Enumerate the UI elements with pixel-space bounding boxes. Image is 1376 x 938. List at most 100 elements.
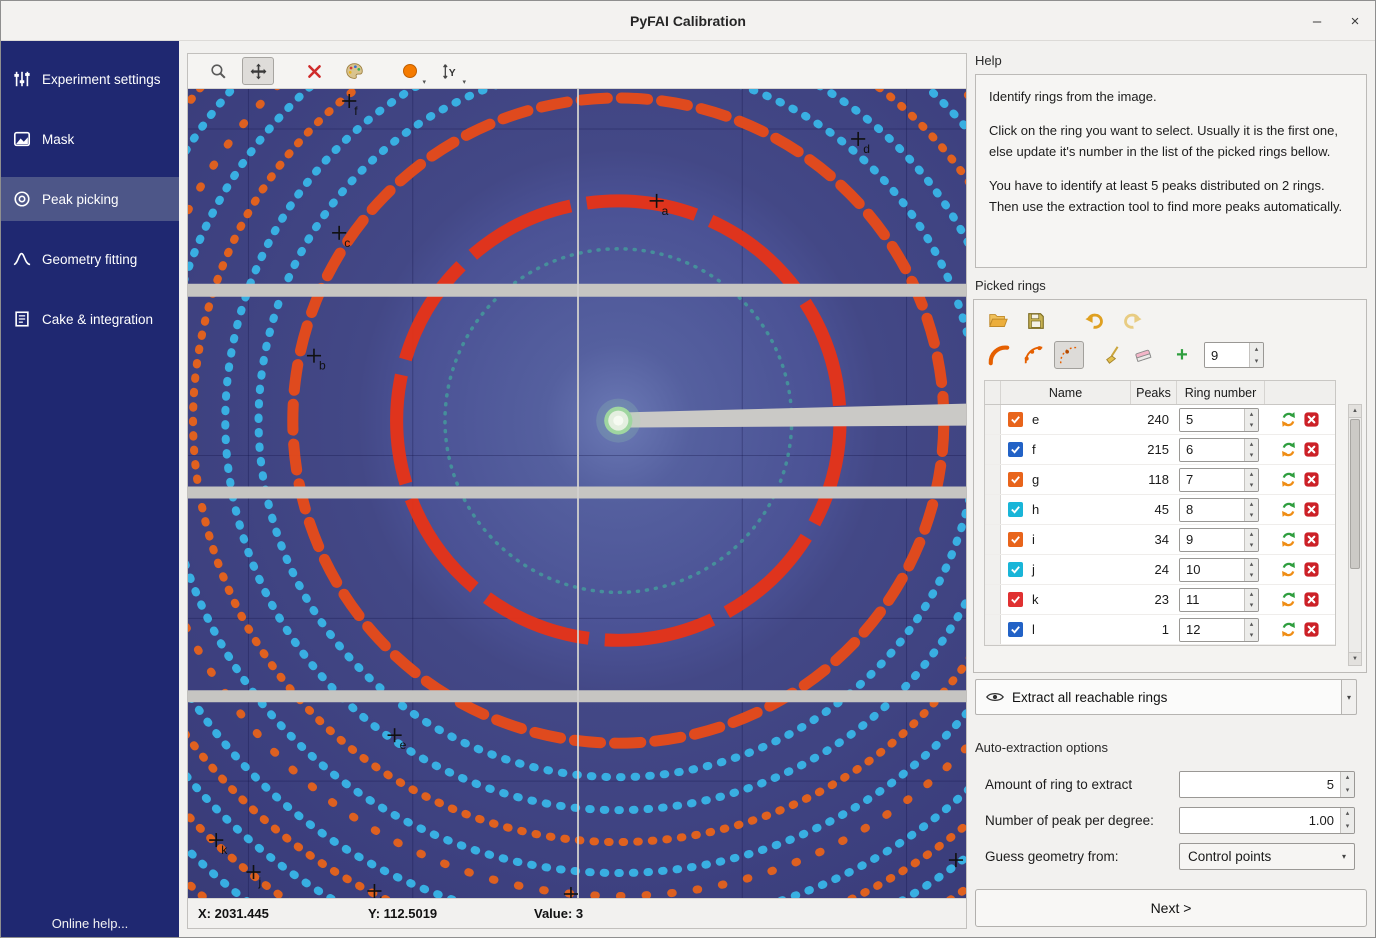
sidebar-item-mask[interactable]: Mask bbox=[1, 117, 179, 161]
ring-visible-checkbox[interactable] bbox=[1008, 592, 1023, 607]
ring-number-input[interactable]: 7 bbox=[1180, 469, 1244, 491]
ring-row[interactable]: i349▴▾ bbox=[985, 525, 1335, 555]
refresh-ring-icon[interactable] bbox=[1280, 591, 1297, 608]
ring-visible-checkbox[interactable] bbox=[1008, 562, 1023, 577]
sidebar-item-cake-integration[interactable]: Cake & integration bbox=[1, 297, 179, 341]
ring-name: k bbox=[1032, 592, 1039, 607]
refresh-ring-icon[interactable] bbox=[1280, 411, 1297, 428]
ring-visible-checkbox[interactable] bbox=[1008, 412, 1023, 427]
peaks-per-degree-input[interactable]: 1.00 bbox=[1180, 808, 1340, 833]
spin-down-icon: ▾ bbox=[1245, 600, 1258, 611]
delete-ring-icon[interactable] bbox=[1303, 621, 1320, 638]
save-icon[interactable] bbox=[1024, 309, 1048, 333]
minimize-button[interactable]: – bbox=[1299, 1, 1335, 41]
ring-selector-stepper[interactable]: ▴▾ bbox=[1249, 343, 1263, 367]
ring-visible-checkbox[interactable] bbox=[1008, 472, 1023, 487]
table-scrollbar[interactable]: ▲ ▼ bbox=[1348, 404, 1362, 666]
arc-thin-icon[interactable] bbox=[1054, 341, 1084, 369]
row-header bbox=[985, 585, 1001, 614]
brush-icon[interactable] bbox=[1102, 343, 1126, 367]
ring-number-input[interactable]: 11 bbox=[1180, 589, 1244, 611]
peaks-per-degree-stepper[interactable]: ▴▾ bbox=[1340, 808, 1354, 833]
delete-ring-icon[interactable] bbox=[1303, 441, 1320, 458]
ring-name: l bbox=[1032, 622, 1035, 637]
amount-of-rings-stepper[interactable]: ▴▾ bbox=[1340, 772, 1354, 797]
ring-visible-checkbox[interactable] bbox=[1008, 502, 1023, 517]
refresh-ring-icon[interactable] bbox=[1280, 561, 1297, 578]
ring-row[interactable]: g1187▴▾ bbox=[985, 465, 1335, 495]
ring-selector-input[interactable]: 9 bbox=[1205, 343, 1249, 367]
peaks-per-degree-label: Number of peak per degree: bbox=[975, 813, 1154, 828]
sidebar-item-experiment-settings[interactable]: Experiment settings bbox=[1, 57, 179, 101]
ring-number-input[interactable]: 5 bbox=[1180, 409, 1244, 431]
svg-text:b: b bbox=[319, 359, 326, 373]
ring-number-input[interactable]: 12 bbox=[1180, 619, 1244, 641]
remove-marker-icon[interactable] bbox=[298, 57, 330, 85]
ring-number-input[interactable]: 6 bbox=[1180, 439, 1244, 461]
marker-color-icon[interactable]: ▾ bbox=[394, 57, 426, 85]
ring-peaks-count: 45 bbox=[1131, 495, 1177, 524]
help-paragraph: Click on the ring you want to select. Us… bbox=[989, 120, 1353, 162]
next-button[interactable]: Next > bbox=[975, 889, 1367, 927]
delete-ring-icon[interactable] bbox=[1303, 561, 1320, 578]
ring-visible-checkbox[interactable] bbox=[1008, 532, 1023, 547]
refresh-ring-icon[interactable] bbox=[1280, 621, 1297, 638]
ring-number-stepper[interactable]: ▴▾ bbox=[1244, 439, 1258, 461]
ring-number-stepper[interactable]: ▴▾ bbox=[1244, 529, 1258, 551]
amount-of-rings-input[interactable]: 5 bbox=[1180, 772, 1340, 797]
ring-peaks-count: 1 bbox=[1131, 615, 1177, 644]
ring-row[interactable]: f2156▴▾ bbox=[985, 435, 1335, 465]
ring-row[interactable]: k2311▴▾ bbox=[985, 585, 1335, 615]
zoom-icon[interactable] bbox=[202, 57, 234, 85]
sidebar-item-peak-picking[interactable]: Peak picking bbox=[1, 177, 179, 221]
eraser-icon[interactable] bbox=[1131, 343, 1155, 367]
ring-number-stepper[interactable]: ▴▾ bbox=[1244, 589, 1258, 611]
ring-number-stepper[interactable]: ▴▾ bbox=[1244, 559, 1258, 581]
ring-number-input[interactable]: 9 bbox=[1180, 529, 1244, 551]
palette-icon[interactable] bbox=[338, 57, 370, 85]
delete-ring-icon[interactable] bbox=[1303, 591, 1320, 608]
add-ring-icon[interactable]: + bbox=[1171, 345, 1193, 365]
diffraction-image[interactable]: abcdefhjk bbox=[188, 89, 966, 898]
delete-ring-icon[interactable] bbox=[1303, 411, 1320, 428]
ring-row[interactable]: h458▴▾ bbox=[985, 495, 1335, 525]
scroll-thumb[interactable] bbox=[1350, 419, 1360, 569]
online-help-link[interactable]: Online help... bbox=[1, 916, 179, 931]
redo-icon[interactable] bbox=[1120, 309, 1144, 333]
arc-thick-icon[interactable] bbox=[984, 341, 1014, 369]
extract-options-dropdown[interactable]: ▾ bbox=[1342, 679, 1357, 715]
ring-visible-checkbox[interactable] bbox=[1008, 442, 1023, 457]
ring-row[interactable]: l 112▴▾ bbox=[985, 615, 1335, 645]
ring-number-stepper[interactable]: ▴▾ bbox=[1244, 469, 1258, 491]
delete-ring-icon[interactable] bbox=[1303, 531, 1320, 548]
diffraction-canvas[interactable]: abcdefhjk bbox=[188, 89, 966, 898]
undo-icon[interactable] bbox=[1082, 309, 1106, 333]
ring-row[interactable]: e2405▴▾ bbox=[985, 405, 1335, 435]
delete-ring-icon[interactable] bbox=[1303, 471, 1320, 488]
ring-number-stepper[interactable]: ▴▾ bbox=[1244, 619, 1258, 641]
ring-number-stepper[interactable]: ▴▾ bbox=[1244, 409, 1258, 431]
arc-points-icon[interactable] bbox=[1019, 341, 1049, 369]
extract-rings-button[interactable]: Extract all reachable rings bbox=[975, 679, 1342, 715]
delete-ring-icon[interactable] bbox=[1303, 501, 1320, 518]
guess-geometry-select[interactable]: Control points ▾ bbox=[1179, 843, 1355, 870]
open-icon[interactable] bbox=[986, 309, 1010, 333]
refresh-ring-icon[interactable] bbox=[1280, 441, 1297, 458]
ring-row[interactable]: j2410▴▾ bbox=[985, 555, 1335, 585]
pan-icon[interactable] bbox=[242, 57, 274, 85]
refresh-ring-icon[interactable] bbox=[1280, 471, 1297, 488]
ring-visible-checkbox[interactable] bbox=[1008, 622, 1023, 637]
row-header bbox=[985, 495, 1001, 524]
close-button[interactable]: × bbox=[1337, 1, 1373, 41]
ring-number-input[interactable]: 8 bbox=[1180, 499, 1244, 521]
scroll-up-icon[interactable]: ▲ bbox=[1349, 405, 1361, 418]
sidebar-item-geometry-fitting[interactable]: Geometry fitting bbox=[1, 237, 179, 281]
scroll-down-icon[interactable]: ▼ bbox=[1349, 652, 1361, 665]
ring-number-input[interactable]: 10 bbox=[1180, 559, 1244, 581]
ring-number-stepper[interactable]: ▴▾ bbox=[1244, 499, 1258, 521]
svg-text:k: k bbox=[221, 843, 228, 857]
refresh-ring-icon[interactable] bbox=[1280, 531, 1297, 548]
refresh-ring-icon[interactable] bbox=[1280, 501, 1297, 518]
axis-y-icon[interactable]: Y ▾ bbox=[434, 57, 466, 85]
spin-up-icon: ▴ bbox=[1341, 808, 1354, 821]
